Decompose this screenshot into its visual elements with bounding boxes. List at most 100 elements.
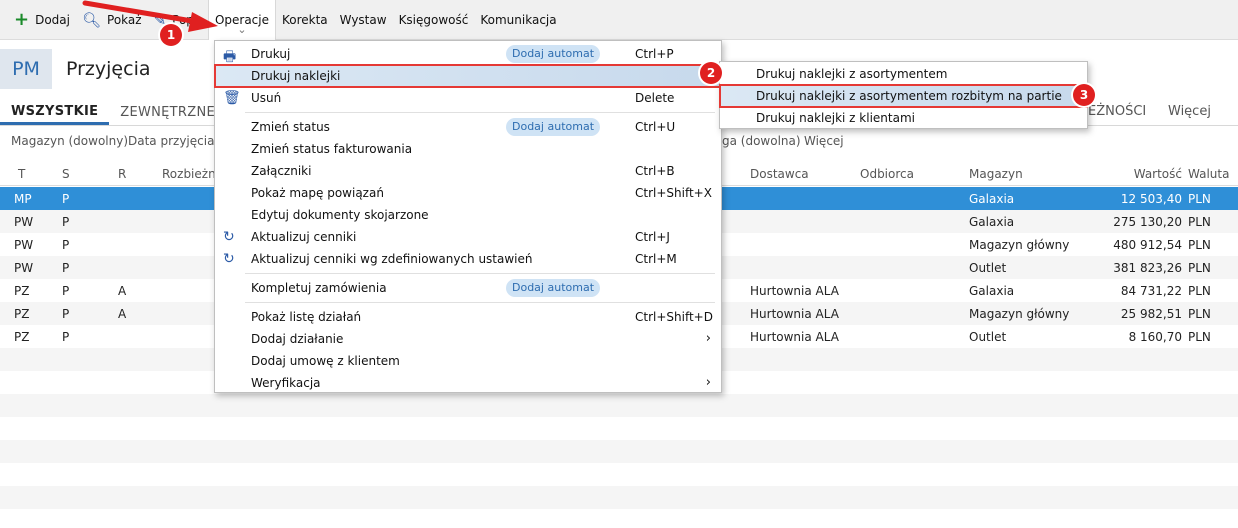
col-discrepancy[interactable]: Rozbieżn	[162, 167, 216, 181]
cell-warehouse: Galaxia	[969, 284, 1015, 298]
menu-item-label: Drukuj	[251, 47, 291, 61]
menu-item-0[interactable]: 🖶 Drukuj Dodaj automat Ctrl+P	[215, 43, 721, 65]
menu-item-label: Zmień status fakturowania	[251, 142, 413, 156]
menu-separator	[245, 273, 715, 274]
menu-shortcut: Ctrl+M	[635, 252, 677, 266]
cell-t: PW	[14, 215, 34, 229]
cell-t: MP	[14, 192, 32, 206]
menu-item-label: Aktualizuj cenniki	[251, 230, 357, 244]
add-automation-pill[interactable]: Dodaj automat	[506, 279, 601, 297]
menu-item-11[interactable]: Pokaż listę działań Ctrl+Shift+D	[215, 306, 721, 328]
cell-supplier: Hurtownia ALA	[750, 284, 839, 298]
col-s[interactable]: S	[62, 167, 70, 181]
menu-shortcut: Delete	[635, 91, 675, 105]
tab-more[interactable]: Więcej	[1168, 104, 1211, 119]
empty-row	[0, 463, 1238, 486]
filter-warehouse[interactable]: Magazyn (dowolny)	[11, 134, 128, 148]
menu-item-12[interactable]: Dodaj działanie ›	[215, 328, 721, 350]
tab-external[interactable]: ZEWNĘTRZNE	[109, 105, 226, 125]
menu-item-label: Dodaj działanie	[251, 332, 344, 346]
communication-button[interactable]: Komunikacja	[474, 0, 562, 40]
menu-item-label: Usuń	[251, 91, 282, 105]
menu-item-13[interactable]: Dodaj umowę z klientem	[215, 350, 721, 372]
col-t[interactable]: T	[18, 167, 25, 181]
menu-shortcut: Ctrl+J	[635, 230, 670, 244]
add-button[interactable]: + Dodaj	[8, 0, 76, 40]
menu-item-6[interactable]: Pokaż mapę powiązań Ctrl+Shift+X	[215, 182, 721, 204]
col-supplier[interactable]: Dostawca	[750, 167, 809, 181]
module-badge: PM	[0, 49, 52, 89]
menu-item-1[interactable]: Drukuj naklejki	[214, 64, 722, 88]
submenu-item-2[interactable]: Drukuj naklejki z klientami	[720, 107, 1087, 129]
cell-warehouse: Outlet	[969, 261, 1007, 275]
cell-value: 8 160,70	[1128, 330, 1182, 344]
operations-menu: 🖶 Drukuj Dodaj automat Ctrl+P Drukuj naklejk…	[214, 40, 722, 393]
submenu-item-label: Drukuj naklejki z klientami	[756, 111, 915, 125]
submenu-item-1[interactable]: Drukuj naklejki z asortymentem rozbitym …	[719, 84, 1088, 108]
refresh-icon: ↻	[223, 229, 235, 245]
filter-more[interactable]: Więcej	[804, 134, 844, 148]
cell-currency: PLN	[1188, 192, 1211, 206]
trash-icon: 🗑	[223, 90, 241, 106]
col-currency[interactable]: Waluta	[1188, 167, 1229, 181]
correction-button[interactable]: Korekta	[276, 0, 334, 40]
menu-shortcut: Ctrl+B	[635, 164, 675, 178]
submenu-arrow-icon: ›	[705, 375, 711, 390]
menu-shortcut: Ctrl+U	[635, 120, 676, 134]
cell-currency: PLN	[1188, 330, 1211, 344]
cell-value: 84 731,22	[1120, 284, 1182, 298]
correction-label: Korekta	[281, 12, 328, 27]
arrow-shaft	[82, 0, 201, 25]
issue-button[interactable]: Wystaw	[334, 0, 393, 40]
cell-t: PZ	[14, 330, 30, 344]
cell-warehouse: Magazyn główny	[969, 307, 1070, 321]
accounting-button[interactable]: Księgowość	[393, 0, 475, 40]
add-automation-pill[interactable]: Dodaj automat	[506, 45, 601, 63]
menu-shortcut: Ctrl+Shift+X	[635, 186, 712, 200]
step-2-marker: 2	[700, 62, 722, 84]
arrow-head	[188, 12, 218, 32]
col-r[interactable]: R	[118, 167, 126, 181]
submenu-item-0[interactable]: Drukuj naklejki z asortymentem	[720, 63, 1087, 85]
print-stickers-submenu: Drukuj naklejki z asortymentem Drukuj nak…	[719, 61, 1088, 129]
cell-value: 12 503,40	[1120, 192, 1182, 206]
empty-row	[0, 486, 1238, 509]
col-warehouse[interactable]: Magazyn	[969, 167, 1023, 181]
cell-t: PW	[14, 261, 34, 275]
menu-item-4[interactable]: Zmień status fakturowania	[215, 138, 721, 160]
cell-warehouse: Galaxia	[969, 215, 1015, 229]
submenu-item-label: Drukuj naklejki z asortymentem	[756, 67, 948, 81]
col-value[interactable]: Wartość	[1120, 167, 1182, 181]
menu-item-5[interactable]: Załączniki Ctrl+B	[215, 160, 721, 182]
menu-item-10[interactable]: Kompletuj zamówienia Dodaj automat	[215, 277, 721, 299]
menu-item-8[interactable]: ↻ Aktualizuj cenniki Ctrl+J	[215, 226, 721, 248]
cell-s: P	[62, 192, 70, 206]
cell-s: P	[62, 261, 70, 275]
filter-other[interactable]: ga (dowolna)	[722, 134, 801, 148]
cell-supplier: Hurtownia ALA	[750, 307, 839, 321]
menu-item-3[interactable]: Zmień status Dodaj automat Ctrl+U	[215, 116, 721, 138]
add-automation-pill[interactable]: Dodaj automat	[506, 118, 601, 136]
cell-s: P	[62, 238, 70, 252]
col-recipient[interactable]: Odbiorca	[860, 167, 914, 181]
cell-value: 275 130,20	[1113, 215, 1182, 229]
menu-item-2[interactable]: 🗑 Usuń Delete	[215, 87, 721, 109]
cell-r: A	[118, 284, 127, 298]
cell-t: PZ	[14, 307, 30, 321]
communication-label: Komunikacja	[480, 12, 557, 27]
menu-item-label: Załączniki	[251, 164, 312, 178]
menu-item-label: Pokaż mapę powiązań	[251, 186, 384, 200]
empty-row	[0, 394, 1238, 417]
tab-discrepancies[interactable]: EŻNOŚCI	[1088, 104, 1146, 119]
cell-currency: PLN	[1188, 307, 1211, 321]
cell-r: A	[118, 307, 127, 321]
menu-item-7[interactable]: Edytuj dokumenty skojarzone	[215, 204, 721, 226]
menu-separator	[245, 112, 715, 113]
tab-all[interactable]: WSZYSTKIE	[0, 104, 110, 125]
page-title: Przyjęcia	[66, 58, 151, 80]
menu-item-9[interactable]: ↻ Aktualizuj cenniki wg zdefiniowanych us…	[215, 248, 721, 270]
menu-item-label: Dodaj umowę z klientem	[251, 354, 400, 368]
cell-value: 381 823,26	[1113, 261, 1182, 275]
menu-item-14[interactable]: Weryfikacja ›	[215, 372, 721, 394]
cell-currency: PLN	[1188, 238, 1211, 252]
